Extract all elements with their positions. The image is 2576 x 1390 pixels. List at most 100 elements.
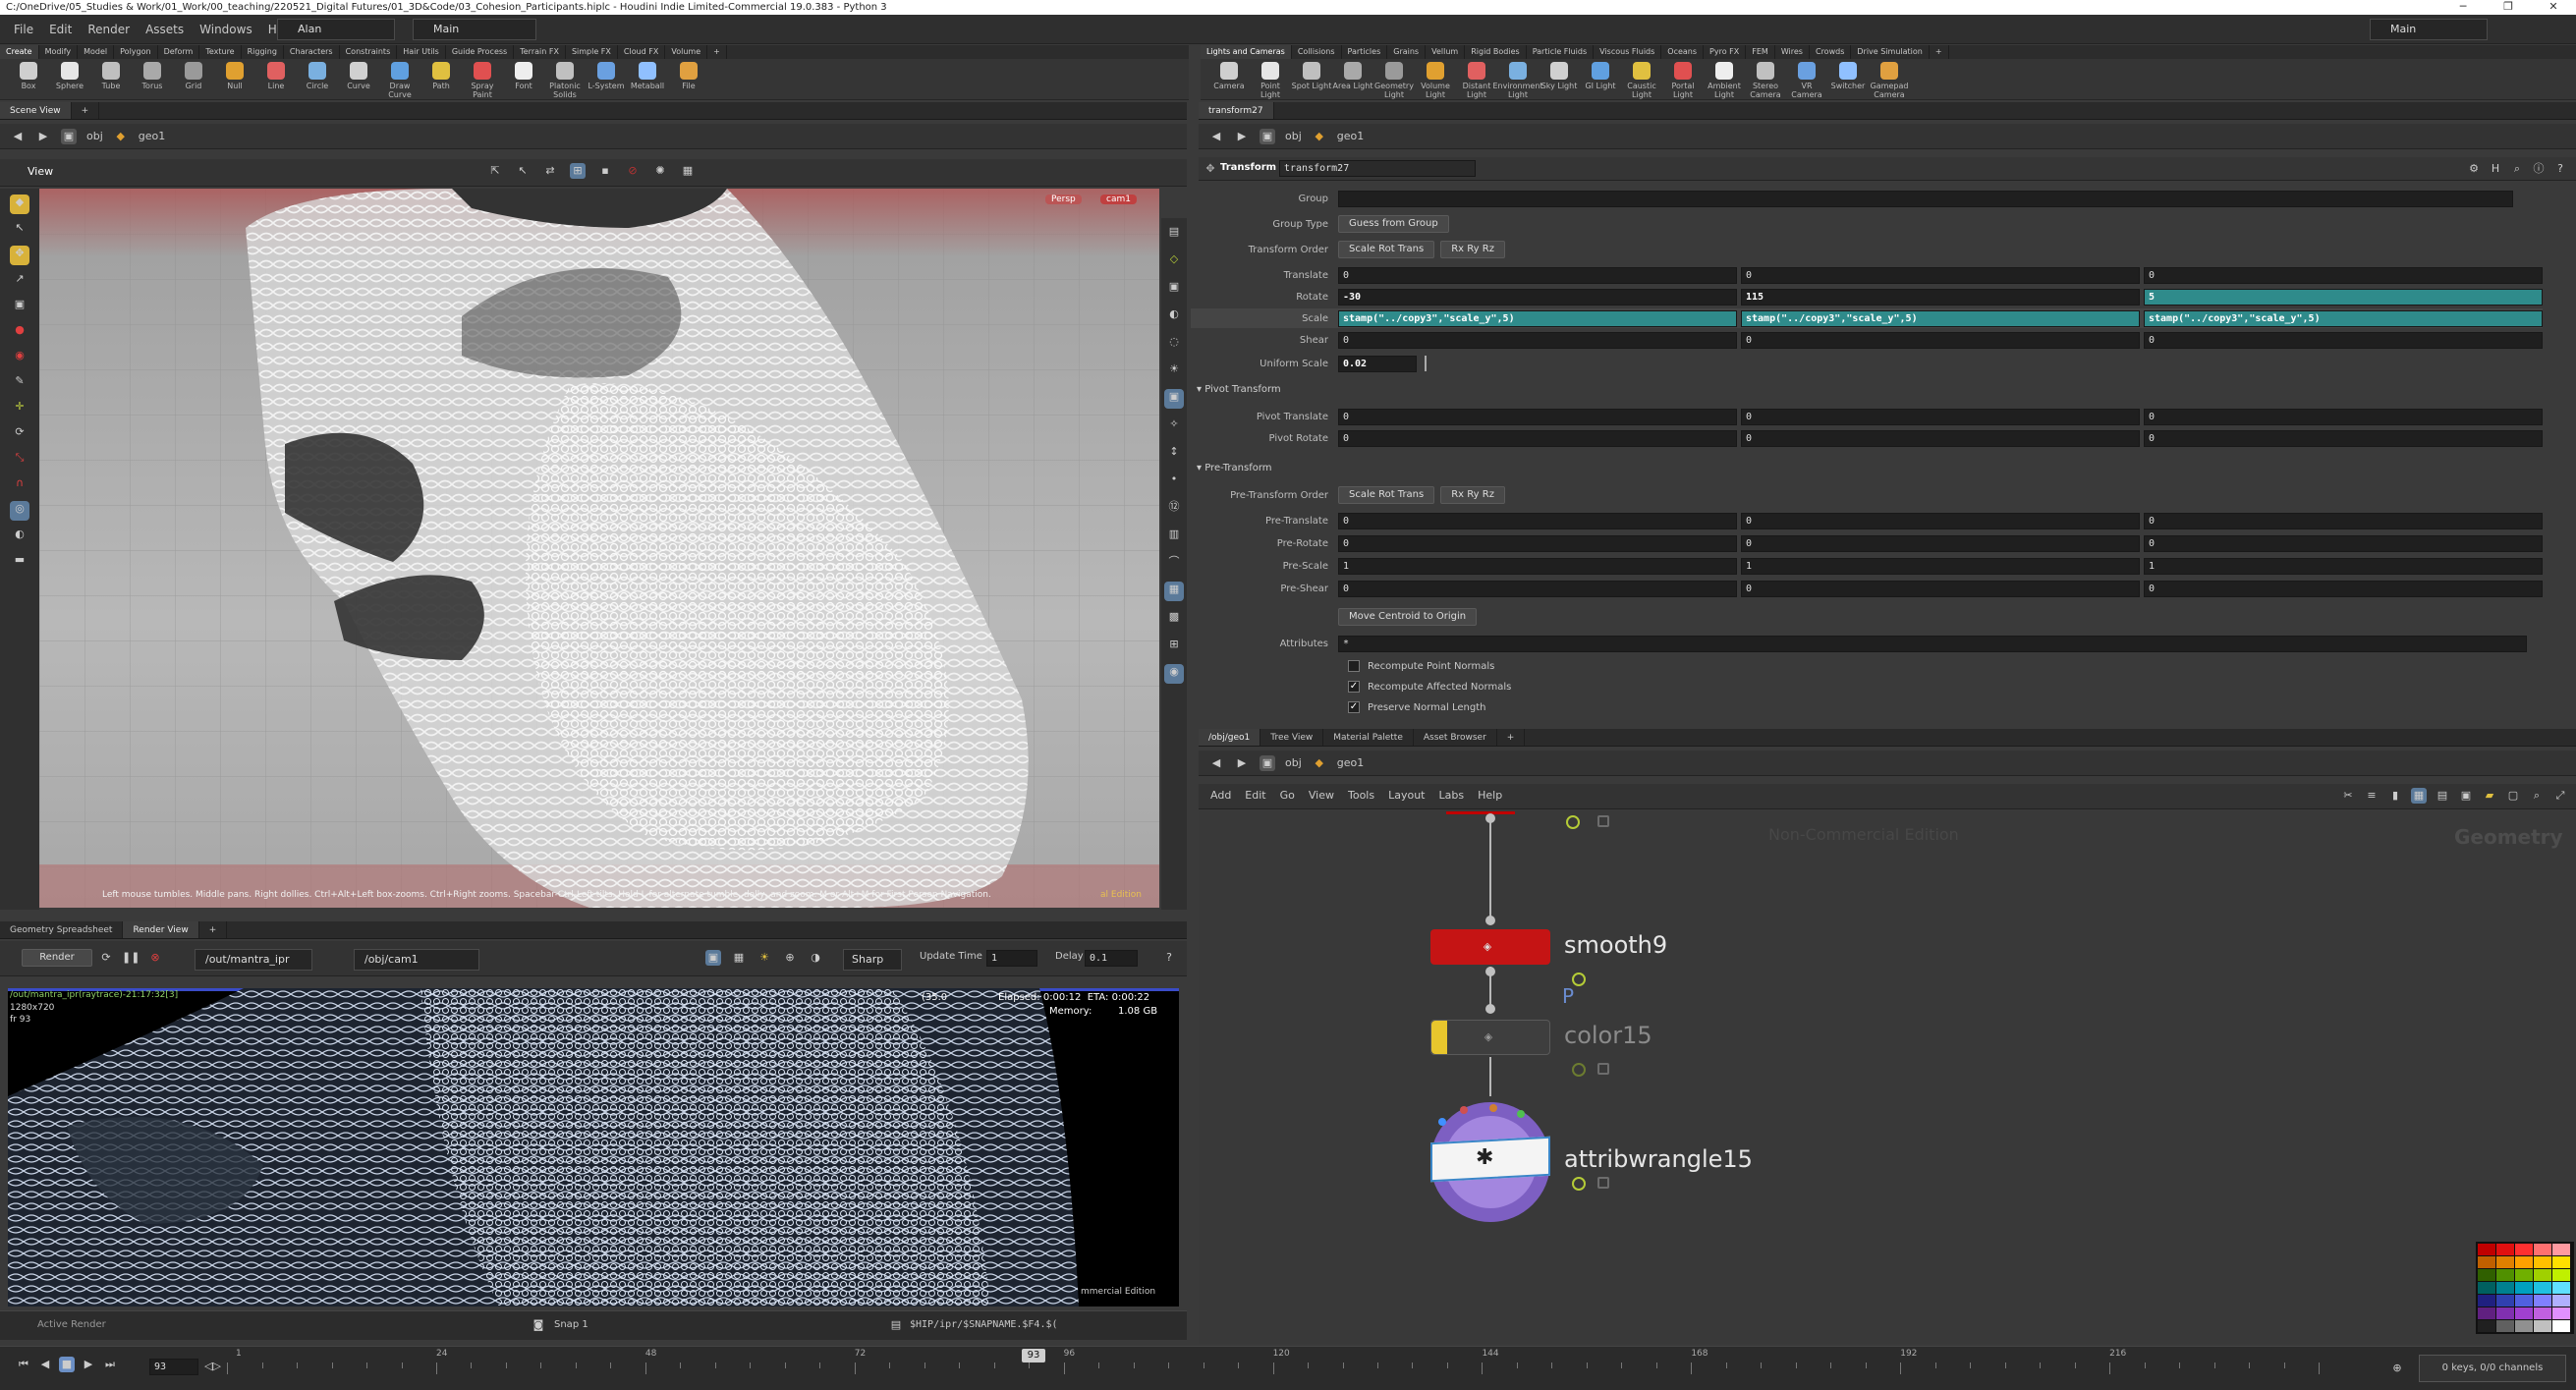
scale-z[interactable]: stamp("../copy3","scale_y",5) (2144, 309, 2543, 327)
camera-menu[interactable]: cam1 (1100, 195, 1137, 204)
frame-field[interactable]: 93 (149, 1359, 198, 1375)
right-tool-vr-camera[interactable]: VR Camera (1786, 59, 1827, 99)
rotate-x[interactable]: -30 (1338, 288, 1737, 306)
left-tab-11[interactable]: Terrain FX (514, 45, 566, 59)
swatch[interactable] (2534, 1244, 2551, 1255)
select-mode-icon[interactable]: ⇱ (487, 163, 503, 179)
params-path-node[interactable]: geo1 (1337, 130, 1364, 142)
play-forward-icon[interactable]: ▶ (81, 1357, 96, 1372)
right-tool-spot-light[interactable]: Spot Light (1291, 59, 1332, 90)
snapshot-icon[interactable]: ◙ (531, 1317, 546, 1333)
right-tool-caustic-light[interactable]: Caustic Light (1621, 59, 1662, 99)
net-menu-help[interactable]: Help (1478, 789, 1502, 802)
sticky-icon[interactable]: ▰ (2482, 788, 2497, 804)
translate-z[interactable]: 0 (2144, 266, 2543, 284)
net-back-icon[interactable]: ◀ (1208, 755, 1224, 771)
display-icon[interactable]: ▦ (680, 163, 696, 179)
timeline-ruler[interactable]: 1 24 48 72 96 120 144 168 192 216 (227, 1349, 2320, 1388)
tab-geometry-spreadsheet[interactable]: Geometry Spreadsheet (0, 921, 124, 938)
swatch[interactable] (2496, 1256, 2514, 1268)
pre-translate-z[interactable]: 0 (2144, 512, 2543, 529)
lock-tool-icon[interactable]: ▣ (10, 297, 29, 316)
net-path-root[interactable]: obj (1285, 756, 1302, 769)
net-search-icon[interactable]: ⌕ (2529, 788, 2545, 804)
right-tab-2[interactable]: Particles (1342, 45, 1388, 59)
camera-tool-icon[interactable]: ◐ (10, 527, 29, 546)
right-tool-distant-light[interactable]: Distant Light (1456, 59, 1497, 99)
swatch[interactable] (2496, 1269, 2514, 1281)
left-tool-torus[interactable]: Torus (132, 59, 173, 90)
pre-order-menu[interactable]: Scale Rot Trans (1338, 486, 1435, 504)
grid-display-icon[interactable]: ⊞ (1164, 637, 1184, 656)
edges-icon[interactable]: ▪ (597, 163, 613, 179)
rotate-z[interactable]: 5 (2144, 288, 2543, 306)
swatch[interactable] (2534, 1295, 2551, 1307)
swatch[interactable] (2496, 1244, 2514, 1255)
scale-y[interactable]: stamp("../copy3","scale_y",5) (1741, 309, 2140, 327)
pre-rotate-order-menu[interactable]: Rx Ry Rz (1440, 486, 1505, 504)
menu-windows[interactable]: Windows (199, 23, 252, 36)
scale-icon[interactable]: ⤡ (10, 450, 29, 470)
sharp-select[interactable]: Sharp (843, 949, 902, 971)
swatch[interactable] (2515, 1269, 2533, 1281)
select-tool-icon[interactable]: ◆ (10, 195, 29, 214)
shear-x[interactable]: 0 (1338, 331, 1737, 349)
brush-icon[interactable]: ✎ (10, 373, 29, 393)
lock-color-icon[interactable] (1597, 1063, 1609, 1075)
left-tool-circle[interactable]: Circle (297, 59, 338, 90)
pre-translate-y[interactable]: 0 (1741, 512, 2140, 529)
left-tab-12[interactable]: Simple FX (566, 45, 618, 59)
right-tab-9[interactable]: Pyro FX (1704, 45, 1747, 59)
right-tab-0[interactable]: Lights and Cameras (1201, 45, 1292, 59)
left-tab-14[interactable]: Volume (665, 45, 708, 59)
normals-icon[interactable]: ↕ (1164, 444, 1184, 464)
secure-icon[interactable]: ⇄ (542, 163, 558, 179)
pre-scale-y[interactable]: 1 (1741, 557, 2140, 575)
menu-file[interactable]: File (14, 23, 33, 36)
net-menu-tools[interactable]: Tools (1348, 789, 1374, 802)
pre-rotate-x[interactable]: 0 (1338, 534, 1737, 552)
maximize-icon[interactable]: ❐ (2486, 0, 2531, 15)
swatch[interactable] (2496, 1282, 2514, 1294)
vis-icon[interactable]: ✧ (1164, 417, 1184, 436)
safe-area-icon[interactable]: ▩ (1164, 609, 1184, 629)
gear-icon[interactable]: ⚙ (2466, 161, 2482, 177)
right-tool-switcher[interactable]: Switcher (1827, 59, 1869, 90)
right-tab-6[interactable]: Particle Fluids (1527, 45, 1595, 59)
swatch[interactable] (2552, 1282, 2570, 1294)
tab-transform27[interactable]: transform27 (1199, 102, 1274, 119)
forward-icon[interactable]: ▶ (35, 129, 51, 144)
pre-shear-y[interactable]: 0 (1741, 580, 2140, 597)
left-tool-sphere[interactable]: Sphere (49, 59, 90, 90)
lock-view-icon[interactable]: ▣ (1164, 279, 1184, 299)
right-tool-volume-light[interactable]: Volume Light (1415, 59, 1456, 99)
left-tab-1[interactable]: Modify (39, 45, 79, 59)
template-icon[interactable]: ▥ (1164, 527, 1184, 546)
recompute-point-checkbox[interactable] (1348, 660, 1360, 672)
add-tab-icon[interactable]: + (72, 102, 100, 119)
pre-shear-x[interactable]: 0 (1338, 580, 1737, 597)
swatch[interactable] (2552, 1244, 2570, 1255)
lock-wrangle-icon[interactable] (1597, 1177, 1609, 1189)
left-tab-9[interactable]: Hair Utils (397, 45, 446, 59)
points-icon[interactable]: ⊞ (570, 163, 586, 179)
right-workspace-select[interactable]: Main (2370, 19, 2488, 40)
persp-menu[interactable]: Persp (1045, 195, 1082, 204)
swatch[interactable] (2552, 1307, 2570, 1319)
pivot-translate-y[interactable]: 0 (1741, 408, 2140, 425)
right-tool-point-light[interactable]: Point Light (1250, 59, 1291, 99)
shear-y[interactable]: 0 (1741, 331, 2140, 349)
light-tool-icon[interactable]: ▬ (10, 552, 29, 572)
preserve-normal-checkbox[interactable]: ✓ (1348, 701, 1360, 713)
swatch[interactable] (2515, 1244, 2533, 1255)
group-type-menu[interactable]: Guess from Group (1338, 215, 1449, 233)
right-tab-12[interactable]: Crowds (1810, 45, 1852, 59)
translate-x[interactable]: 0 (1338, 266, 1737, 284)
right-tab-11[interactable]: Wires (1775, 45, 1810, 59)
sculpt-icon[interactable]: ◉ (10, 348, 29, 367)
bulb-icon[interactable]: ◉ (1164, 664, 1184, 684)
params-path-root[interactable]: obj (1285, 130, 1302, 142)
tab-network[interactable]: /obj/geo1 (1199, 729, 1261, 746)
right-tab-3[interactable]: Grains (1387, 45, 1427, 59)
swatch[interactable] (2496, 1320, 2514, 1332)
